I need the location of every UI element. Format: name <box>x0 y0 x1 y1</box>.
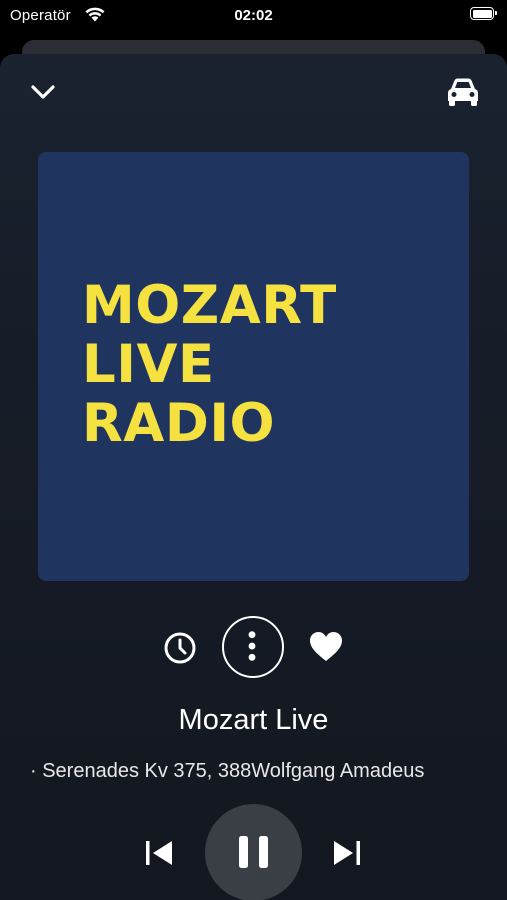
skip-previous-icon[interactable] <box>142 838 176 868</box>
more-options-button[interactable] <box>222 616 284 678</box>
playback-controls <box>0 804 507 900</box>
status-bar: Operatör 02:02 <box>0 0 507 30</box>
track-info: · Serenades Kv 375, 388Wolfgang Amadeus <box>30 760 425 782</box>
pause-icon <box>239 836 268 868</box>
status-time: 02:02 <box>234 7 273 24</box>
station-artwork: MOZART LIVE RADIO <box>38 152 469 581</box>
heart-icon[interactable] <box>308 630 344 664</box>
clock-icon[interactable] <box>162 630 198 666</box>
station-title: Mozart Live <box>178 704 329 736</box>
car-icon[interactable] <box>445 76 481 108</box>
artwork-line: LIVE <box>82 334 215 395</box>
pause-button[interactable] <box>205 804 302 900</box>
artwork-logo-text: MOZART LIVE RADIO <box>82 276 337 453</box>
artwork-line: MOZART <box>82 275 337 336</box>
more-vertical-icon <box>248 631 256 661</box>
actions-row <box>0 614 507 680</box>
now-playing-sheet: MOZART LIVE RADIO Mozart Live · Serenade… <box>0 54 507 900</box>
skip-next-icon[interactable] <box>330 838 364 868</box>
chevron-down-icon[interactable] <box>28 78 58 104</box>
battery-icon <box>470 7 497 20</box>
artwork-line: RADIO <box>82 393 276 454</box>
